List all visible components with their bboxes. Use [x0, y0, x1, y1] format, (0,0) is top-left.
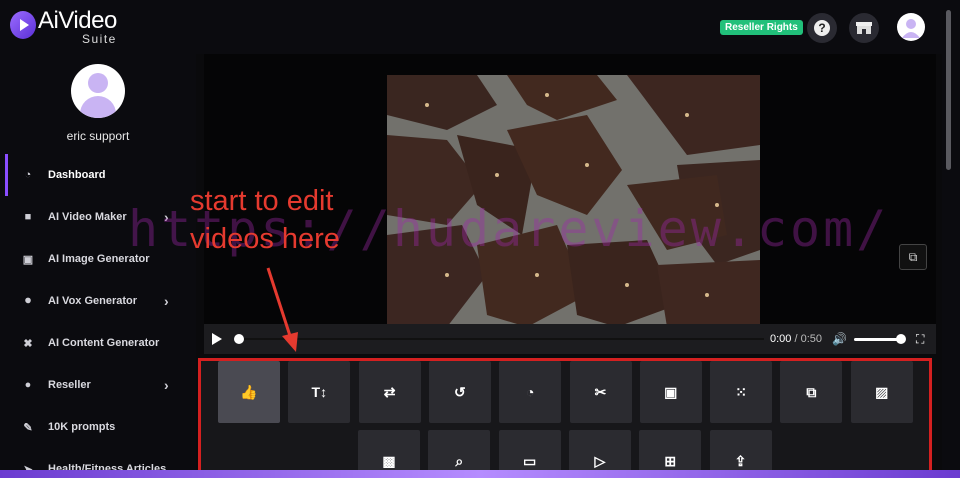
progress-knob[interactable] — [234, 334, 244, 344]
app-window: AiVideo Suite Reseller Rights ? eric sup — [0, 0, 960, 478]
pip-icon: ⧉ — [908, 249, 918, 264]
pencil-icon: ✎ — [23, 421, 33, 434]
swap-icon: ⇄ — [383, 383, 396, 400]
logo-text: AiVideo — [38, 7, 117, 34]
editing-tools-panel: 👍 T↕ ⇄ ↺ ◔ ✂ ▣ ⁙ ⧉ ▨ ▩ ⌕ ▭ ▷ ⊞ ⇪ — [198, 358, 932, 478]
text-size-tool-button[interactable]: T↕ — [288, 361, 351, 423]
main-content: ⧉ 0:00 / 0:50 🔊 ⛶ 👍 T↕ ⇄ ↺ ◔ ✂ ▣ ⁙ ⧉ ▨ ▩ ⌕ ▭ ▷ ⊞ ⇪ — [196, 54, 942, 478]
sidebar-item-reseller[interactable]: ● Reseller › — [0, 364, 196, 406]
chevron-right-icon: › — [164, 293, 169, 309]
annotation-line-2: videos here — [190, 223, 340, 255]
speed-tool-button[interactable]: ◔ — [499, 361, 562, 423]
scissors-icon: ✂ — [594, 383, 607, 400]
upload-icon: ⇪ — [734, 452, 747, 469]
picture-in-picture-button[interactable]: ⧉ — [899, 244, 927, 270]
grid-tool-button[interactable]: ⁙ — [710, 361, 773, 423]
user-name: eric support — [66, 129, 130, 143]
sidebar-item-label: AI Video Maker — [48, 211, 127, 223]
avatar-body-shape — [80, 96, 116, 118]
logo-subtitle: Suite — [82, 32, 117, 46]
overlay-icon: ⧉ — [806, 383, 817, 400]
current-time: 0:00 — [770, 333, 792, 345]
player-controls: 0:00 / 0:50 🔊 ⛶ — [204, 324, 936, 354]
grid-icon: ⁙ — [735, 383, 747, 400]
images-icon: ▣ — [664, 383, 678, 400]
swap-tool-button[interactable]: ⇄ — [358, 361, 421, 423]
progress-track[interactable] — [244, 338, 764, 340]
avatar[interactable] — [71, 64, 125, 118]
volume-slider[interactable] — [854, 338, 900, 341]
image-icon: ▣ — [22, 253, 34, 266]
time-display: 0:00 / 0:50 — [770, 333, 822, 345]
avatar-icon — [902, 19, 920, 38]
sidebar-item-label: 10K prompts — [48, 421, 116, 433]
sidebar-item-label: Reseller — [48, 379, 91, 391]
help-button[interactable]: ? — [807, 13, 837, 43]
play-button[interactable] — [212, 333, 222, 345]
thumbs-up-icon: 👍 — [240, 383, 258, 400]
store-icon — [856, 22, 872, 34]
top-bar: AiVideo Suite Reseller Rights ? — [0, 0, 960, 54]
text-size-icon: T↕ — [311, 384, 328, 400]
photo-sticker-icon: ▩ — [382, 452, 396, 469]
users-icon: ● — [24, 379, 32, 391]
chevron-right-icon: › — [164, 377, 169, 393]
volume-icon[interactable]: 🔊 — [832, 332, 847, 346]
total-time: 0:50 — [800, 333, 823, 345]
gauge-icon: ◔ — [24, 169, 32, 181]
video-icon: ■ — [24, 211, 32, 223]
question-icon: ? — [814, 20, 830, 36]
avatar-head-shape — [88, 73, 108, 93]
page-scrollbar[interactable] — [946, 10, 951, 170]
file-add-icon: ⊞ — [664, 452, 677, 469]
images-tool-button[interactable]: ▣ — [639, 361, 702, 423]
user-avatar-button[interactable] — [897, 13, 925, 41]
annotation-line-1: start to edit — [190, 185, 334, 217]
picture-tool-button[interactable]: ▨ — [850, 361, 913, 423]
sidebar-item-label: AI Vox Generator — [48, 295, 138, 307]
store-button[interactable] — [849, 13, 879, 43]
thumbs-up-tool-button[interactable]: 👍 — [218, 361, 280, 423]
microphone-icon: ⏺ — [25, 294, 31, 307]
overlay-tool-button[interactable]: ⧉ — [780, 361, 843, 423]
sidebar-item-label: Dashboard — [48, 169, 106, 181]
bottom-accent-bar — [0, 470, 960, 478]
time-separator: / — [791, 333, 801, 345]
video-camera-icon: ▷ — [594, 452, 606, 469]
sidebar-item-dashboard[interactable]: ◔ Dashboard — [0, 154, 196, 196]
speed-icon: ◔ — [525, 384, 535, 400]
sidebar-item-ai-vox-generator[interactable]: ⏺ AI Vox Generator › — [0, 280, 196, 322]
tools-icon: ✖ — [23, 337, 33, 350]
picture-icon: ▨ — [875, 383, 889, 400]
image-small-icon: ▭ — [522, 452, 537, 469]
undo-tool-button[interactable]: ↺ — [428, 361, 491, 423]
sidebar: eric support ◔ Dashboard ■ AI Video Make… — [0, 54, 196, 478]
undo-icon: ↺ — [454, 383, 466, 400]
reseller-rights-badge[interactable]: Reseller Rights — [720, 20, 803, 35]
fullscreen-icon[interactable]: ⛶ — [916, 332, 924, 347]
sidebar-item-ai-content-generator[interactable]: ✖ AI Content Generator — [0, 322, 196, 364]
volume-knob[interactable] — [896, 334, 906, 344]
file-search-icon: ⌕ — [455, 452, 464, 469]
sidebar-item-10k-prompts[interactable]: ✎ 10K prompts — [0, 406, 196, 448]
scissors-tool-button[interactable]: ✂ — [569, 361, 632, 423]
sidebar-item-label: AI Content Generator — [48, 337, 160, 349]
annotation-text: start to edit videos here — [190, 182, 340, 258]
logo-play-icon — [10, 11, 36, 39]
